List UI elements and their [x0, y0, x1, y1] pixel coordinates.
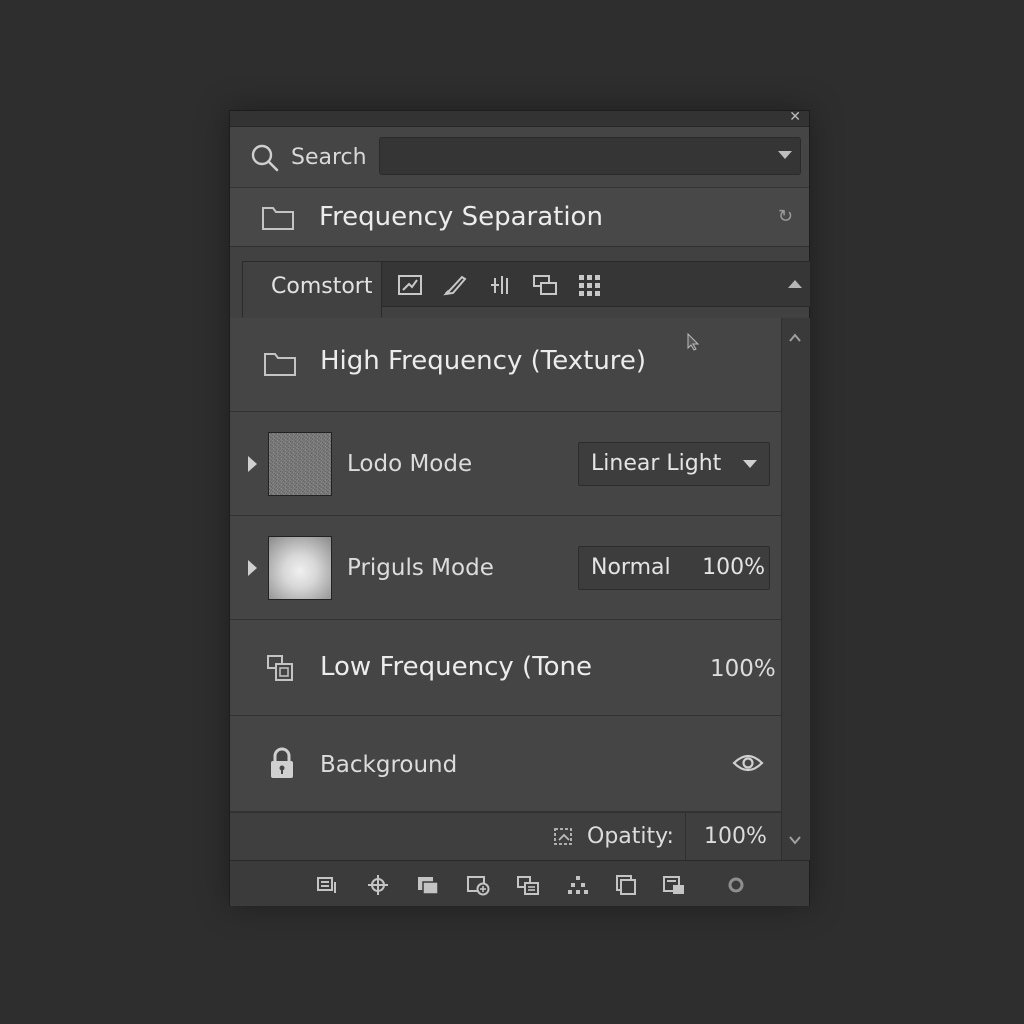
new-layer-icon[interactable] — [662, 874, 686, 896]
lock-icon[interactable] — [268, 746, 296, 780]
layer-row-priguls[interactable]: Priguls Mode Normal 100% — [230, 516, 781, 620]
layer-title: Background — [320, 752, 458, 778]
close-icon[interactable]: ✕ — [789, 109, 801, 125]
grid-icon[interactable] — [577, 273, 603, 297]
opacity-input[interactable]: 100% — [704, 822, 767, 852]
scroll-down-icon[interactable] — [789, 834, 801, 846]
layer-thumbnail[interactable] — [268, 432, 332, 496]
search-label: Search — [291, 145, 367, 170]
layer-title: High Frequency (Texture) — [320, 346, 647, 376]
expand-arrow-icon[interactable] — [248, 560, 257, 576]
cursor-icon — [687, 333, 700, 351]
layer-group-row[interactable]: Frequency Separation ↻ — [230, 188, 809, 247]
eye-icon[interactable] — [732, 752, 764, 774]
opacity-icon — [554, 828, 572, 845]
move-icon[interactable] — [366, 874, 390, 896]
group-icon[interactable] — [516, 874, 540, 896]
layer-title: Low Frequency (Tone — [320, 652, 593, 682]
blend-mode-select[interactable]: Linear Light — [578, 442, 770, 486]
settings-icon[interactable] — [724, 874, 748, 896]
filter-icon[interactable] — [566, 874, 590, 896]
search-icon — [251, 144, 279, 172]
tab-comstort[interactable]: Comstort — [242, 261, 382, 317]
add-mask-icon[interactable] — [466, 874, 490, 896]
folder-icon — [262, 207, 294, 230]
tab-bar: Comstort — [242, 261, 810, 317]
search-row: Search — [230, 127, 809, 188]
divider — [685, 813, 686, 862]
scrollbar[interactable] — [781, 318, 810, 860]
stack-icon[interactable] — [532, 273, 558, 297]
layer-label: Lodo Mode — [347, 451, 473, 477]
bottom-toolbar — [230, 860, 809, 906]
blend-mode-value: Linear Light — [591, 451, 722, 476]
layer-row-low-frequency[interactable]: Low Frequency (Tone 100% — [230, 620, 781, 716]
layer-list: High Frequency (Texture) Lodo Mode Linea… — [230, 318, 781, 862]
opacity-value[interactable]: 100% — [710, 654, 776, 684]
folder-icon — [264, 353, 296, 376]
levels-icon[interactable] — [487, 273, 513, 297]
search-input[interactable] — [379, 137, 801, 175]
refresh-icon[interactable]: ↻ — [778, 206, 793, 227]
collapse-icon[interactable] — [788, 280, 802, 288]
opacity-label: Opatity: — [587, 824, 674, 849]
group-title: Frequency Separation — [319, 202, 603, 232]
layer-row-background[interactable]: Background — [230, 716, 781, 812]
panel-titlebar: ✕ — [230, 109, 809, 127]
layer-row-lodo[interactable]: Lodo Mode Linear Light — [230, 412, 781, 516]
blend-mode-value: Normal — [591, 555, 671, 580]
fill-icon[interactable] — [416, 874, 440, 896]
adjust-icon[interactable] — [397, 273, 423, 297]
opacity-row: Opatity: 100% — [230, 812, 781, 862]
duplicate-icon[interactable] — [614, 874, 638, 896]
link-icon[interactable] — [316, 874, 340, 896]
expand-arrow-icon[interactable] — [248, 456, 257, 472]
layer-row-high-frequency[interactable]: High Frequency (Texture) — [230, 318, 781, 412]
layer-thumbnail[interactable] — [268, 536, 332, 600]
chevron-down-icon[interactable] — [778, 151, 792, 159]
blend-mode-field[interactable]: Normal 100% — [578, 546, 770, 590]
smart-object-icon — [267, 655, 293, 681]
opacity-value[interactable]: 100% — [702, 553, 765, 583]
chevron-down-icon[interactable] — [743, 460, 757, 468]
brush-icon[interactable] — [442, 273, 468, 297]
scroll-up-icon[interactable] — [789, 332, 801, 344]
layer-label: Priguls Mode — [347, 555, 494, 581]
layers-panel: ✕ Search Frequency Separation ↻ Comstort — [229, 109, 810, 906]
tab-label: Comstort — [271, 274, 373, 299]
